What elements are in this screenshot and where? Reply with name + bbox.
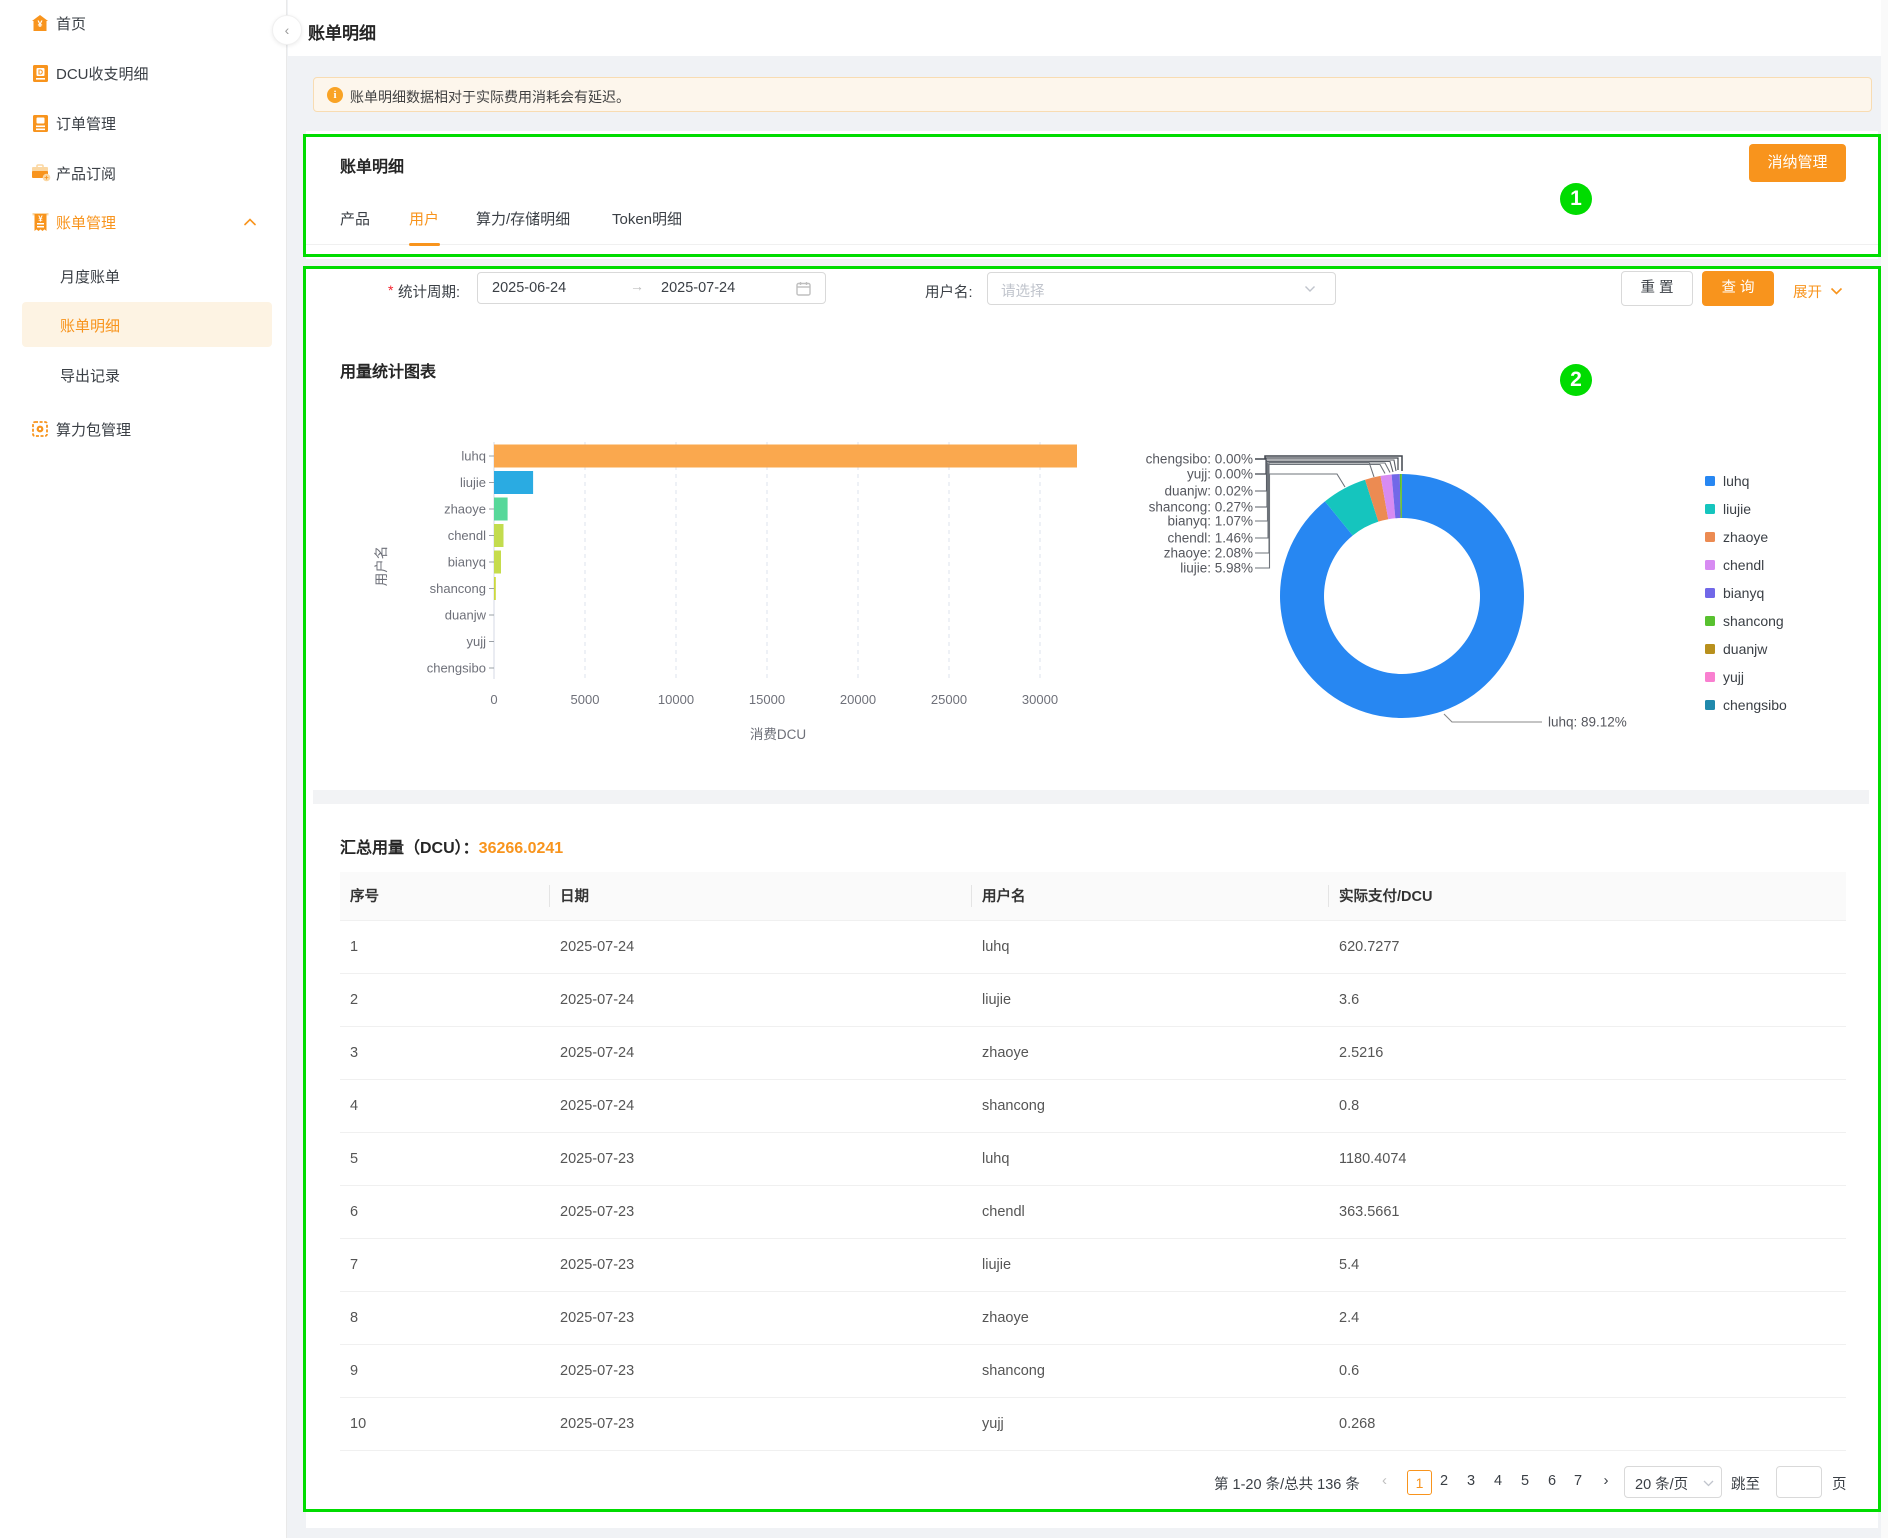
svg-text:+: + [44,173,49,182]
svg-text:¥: ¥ [38,214,43,223]
svg-text:D: D [38,70,43,77]
svg-text:¥: ¥ [37,19,42,29]
